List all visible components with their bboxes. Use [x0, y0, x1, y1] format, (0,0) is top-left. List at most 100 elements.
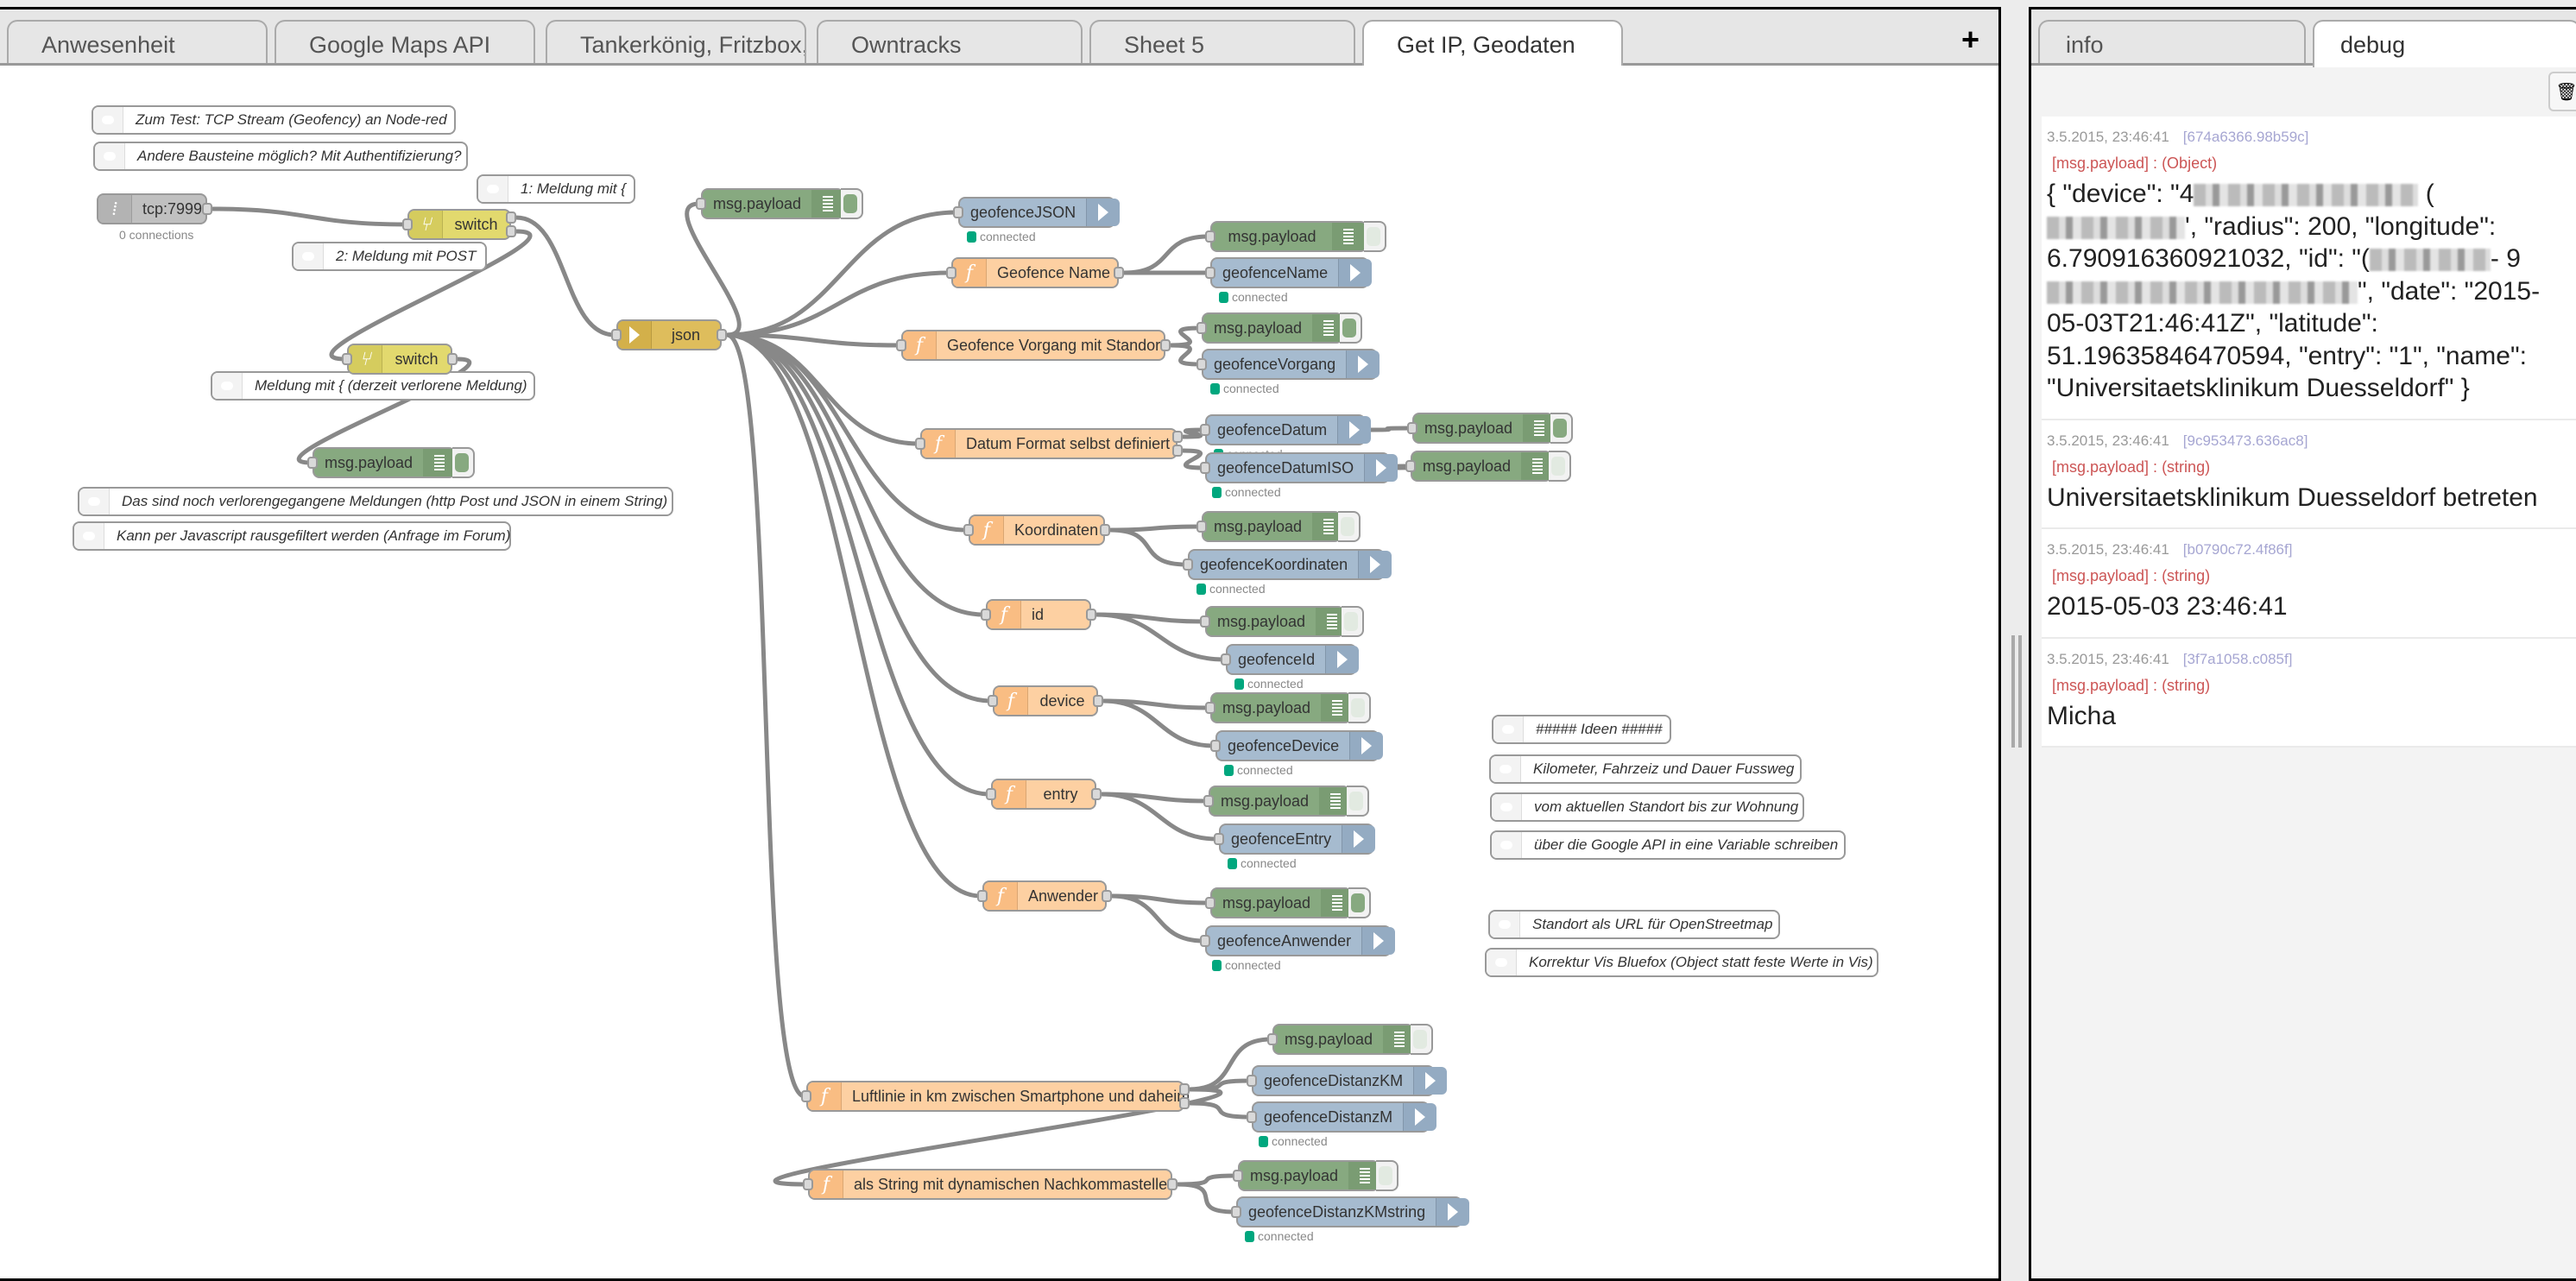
debug-toggle[interactable] [1376, 1160, 1398, 1191]
comment-node[interactable]: über die Google API in eine Variable sch… [1490, 830, 1846, 860]
tab-tankerkoenig[interactable]: Tankerkönig, Fritzbox, \ [546, 20, 806, 63]
tab-owntracks[interactable]: Owntracks [817, 20, 1083, 63]
output-port-1[interactable] [1172, 431, 1183, 443]
message-source-id[interactable]: [9c953473.636ac8] [2183, 432, 2308, 449]
input-port[interactable] [803, 1178, 813, 1190]
comment-node[interactable]: 1: Meldung mit { [477, 174, 635, 204]
output-port[interactable] [202, 203, 212, 215]
mqtt-out-node[interactable]: geofenceEntry [1214, 824, 1376, 855]
debug-node[interactable]: msg.payload [1205, 887, 1371, 918]
input-port[interactable] [1267, 1033, 1278, 1045]
debug-toggle[interactable] [1338, 511, 1361, 542]
debug-toggle[interactable] [1364, 221, 1386, 252]
input-port[interactable] [801, 1090, 811, 1102]
debug-toggle[interactable] [841, 188, 863, 219]
input-port[interactable] [953, 206, 963, 218]
input-port[interactable] [1203, 795, 1214, 807]
debug-node[interactable]: msg.payload [1233, 1160, 1398, 1191]
tab-debug[interactable]: debug [2313, 20, 2576, 67]
comment-node[interactable]: Kann per Javascript rausgefiltert werden… [73, 521, 511, 551]
output-port[interactable] [717, 329, 727, 341]
input-port[interactable] [696, 198, 706, 210]
debug-toggle[interactable] [1348, 887, 1371, 918]
output-port-1[interactable] [1179, 1083, 1190, 1095]
input-port[interactable] [1231, 1206, 1241, 1218]
mqtt-out-node[interactable]: geofenceId [1221, 644, 1360, 675]
input-port[interactable] [402, 218, 413, 230]
wire[interactable] [726, 270, 950, 338]
input-port[interactable] [915, 438, 925, 450]
switch-node[interactable]: ⑂ switch [402, 209, 516, 240]
debug-node[interactable]: msg.payload [307, 447, 475, 478]
output-port[interactable] [1093, 695, 1103, 707]
debug-toggle[interactable] [1549, 451, 1571, 482]
comment-node[interactable]: Das sind noch verlorengegangene Meldunge… [78, 487, 673, 516]
function-node[interactable]: f als String mit dynamischen Nachkommast… [803, 1169, 1178, 1200]
input-port[interactable] [1205, 267, 1215, 279]
mqtt-out-node[interactable]: geofenceName [1205, 257, 1373, 288]
input-port[interactable] [1407, 422, 1417, 434]
function-node[interactable]: f Luftlinie in km zwischen Smartphone un… [801, 1081, 1190, 1112]
tab-sheet-5[interactable]: Sheet 5 [1089, 20, 1355, 63]
comment-node[interactable]: Standort als URL für OpenStreetmap [1488, 910, 1780, 939]
output-port[interactable] [1114, 267, 1124, 279]
message-source-id[interactable]: [b0790c72.4f86f] [2183, 541, 2293, 558]
function-node[interactable]: f entry [986, 779, 1102, 810]
input-port[interactable] [946, 267, 957, 279]
input-port[interactable] [896, 339, 906, 351]
debug-toggle[interactable] [452, 447, 475, 478]
wire[interactable] [1109, 527, 1187, 567]
tab-get-ip-geodaten[interactable]: Get IP, Geodaten [1362, 20, 1623, 67]
debug-node[interactable]: msg.payload [1196, 511, 1361, 542]
function-node[interactable]: f Anwender [977, 880, 1112, 912]
debug-node[interactable]: msg.payload [1205, 221, 1386, 252]
input-port[interactable] [1210, 740, 1221, 752]
tab-google-maps-api[interactable]: Google Maps API [275, 20, 535, 63]
comment-node[interactable]: Meldung mit { (derzeit verlorene Meldung… [211, 371, 535, 401]
debug-toggle[interactable] [1348, 692, 1371, 723]
function-node[interactable]: f Koordinaten [963, 514, 1110, 546]
debug-node[interactable]: msg.payload [1205, 692, 1371, 723]
comment-node[interactable]: 2: Meldung mit POST [292, 242, 487, 271]
mqtt-out-node[interactable]: geofenceDevice [1210, 730, 1384, 761]
input-port[interactable] [1200, 424, 1210, 436]
input-port[interactable] [988, 695, 998, 707]
input-port[interactable] [1233, 1170, 1243, 1182]
function-node[interactable]: f Geofence Name [946, 257, 1124, 288]
function-node[interactable]: f id [981, 599, 1096, 630]
input-port[interactable] [1200, 935, 1210, 947]
wire[interactable] [726, 332, 805, 1099]
input-port[interactable] [307, 457, 318, 469]
input-port[interactable] [1221, 653, 1231, 666]
json-node[interactable]: json [611, 319, 727, 350]
mqtt-out-node[interactable]: geofenceJSON [953, 197, 1121, 228]
input-port[interactable] [1205, 230, 1215, 243]
input-port[interactable] [1247, 1111, 1257, 1123]
debug-toggle[interactable] [1347, 786, 1369, 817]
wire[interactable] [212, 206, 407, 227]
input-port[interactable] [1205, 702, 1215, 714]
input-port[interactable] [977, 890, 988, 902]
output-port[interactable] [1160, 339, 1171, 351]
message-source-id[interactable]: [3f7a1058.c085f] [2183, 651, 2293, 667]
debug-toggle[interactable] [1550, 413, 1573, 444]
input-port[interactable] [1196, 521, 1207, 533]
mqtt-out-node[interactable]: geofenceDistanzKMstring [1231, 1196, 1470, 1227]
wire[interactable] [1123, 234, 1209, 275]
function-node[interactable]: f device [988, 685, 1103, 716]
input-port[interactable] [342, 353, 352, 365]
function-node[interactable]: f Datum Format selbst definiert [915, 428, 1183, 459]
debug-node[interactable]: msg.payload [1200, 606, 1364, 637]
debug-toggle[interactable] [1411, 1024, 1433, 1055]
input-port[interactable] [1196, 322, 1207, 334]
debug-node[interactable]: msg.payload [1203, 786, 1369, 817]
comment-node[interactable]: ##### Ideen ##### [1492, 715, 1671, 744]
clear-debug-button[interactable]: 🗑 [2548, 72, 2576, 111]
input-port[interactable] [1200, 615, 1210, 628]
input-port[interactable] [981, 609, 991, 621]
debug-toggle[interactable] [1342, 606, 1364, 637]
mqtt-out-node[interactable]: geofenceVorgang [1196, 349, 1380, 380]
tab-anwesenheit[interactable]: Anwesenheit [7, 20, 268, 63]
mqtt-out-node[interactable]: geofenceAnwender [1200, 925, 1396, 956]
mqtt-out-node[interactable]: geofenceDistanzKM [1247, 1065, 1448, 1096]
